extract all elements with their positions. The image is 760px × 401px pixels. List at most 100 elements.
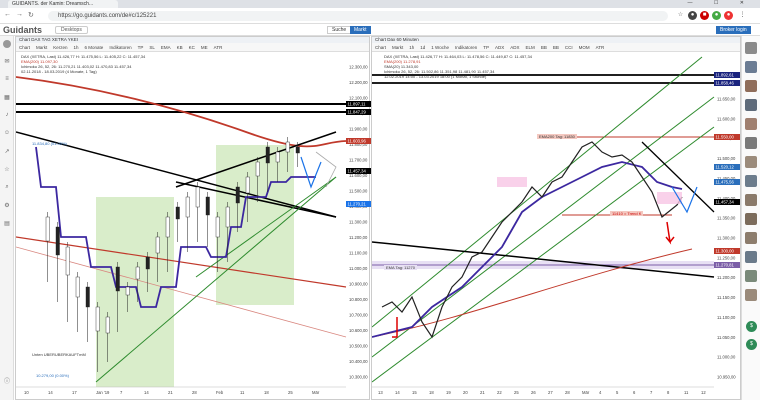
search-sidebar-icon[interactable]: ⌕ <box>3 184 11 192</box>
document-icon[interactable]: ▤ <box>3 220 11 228</box>
candle-body <box>155 236 160 254</box>
left-x-tick: 14 <box>144 390 149 395</box>
left-price-highlight: 11.270,21 <box>348 202 367 207</box>
left-sidebar: ✉ ≡ ▦ ♪ ☺ ↗ ☆ ⌕ ⚙ ▤ ⓘ <box>0 36 14 400</box>
desktops-button[interactable]: Desktops <box>55 26 88 34</box>
watchlist-avatar[interactable] <box>745 61 757 73</box>
left-price-tick: 10.500,00 <box>349 344 368 349</box>
candle-body <box>165 216 170 238</box>
right-price-tick: 11.300,00 <box>717 236 736 241</box>
left-price-tick: 11.100,00 <box>349 251 368 256</box>
watchlist-avatar[interactable] <box>745 156 757 168</box>
watchlist-avatar[interactable] <box>745 194 757 206</box>
right-annot-ema-tag: EMA Tag: 11270 <box>384 265 417 270</box>
watchlist-avatar[interactable] <box>745 137 757 149</box>
left-price-tick: 11.500,00 <box>349 189 368 194</box>
back-icon[interactable]: ← <box>4 11 11 18</box>
list-icon[interactable]: ≡ <box>3 76 11 84</box>
browser-tab[interactable]: GUIDANTS. der Kamin: Dreamsch... <box>8 0 118 8</box>
right-x-tick: Mär <box>582 390 590 395</box>
left-note-trend: Unten UBERUBERKAUFTmM <box>32 352 86 357</box>
candle-body <box>145 256 150 270</box>
star-sidebar-icon[interactable]: ☆ <box>3 166 11 174</box>
candle-body <box>275 151 280 163</box>
right-x-tick: 19 <box>446 390 451 395</box>
right-x-tick: 25 <box>514 390 519 395</box>
left-price-tick: 11.900,00 <box>349 127 368 132</box>
bell-icon[interactable]: ♪ <box>3 112 11 120</box>
left-x-tick: 11 <box>240 390 245 395</box>
watchlist-avatar[interactable] <box>745 118 757 130</box>
right-price-tick: 11.600,00 <box>717 116 736 121</box>
candle-body <box>95 306 100 332</box>
left-x-tick: 18 <box>264 390 269 395</box>
profile-icon[interactable]: ● <box>724 11 733 20</box>
watchlist-avatar[interactable] <box>745 270 757 282</box>
chart-icon[interactable]: ↗ <box>3 148 11 156</box>
trade-button-icon[interactable]: $ <box>746 321 757 332</box>
watchlist-avatar[interactable] <box>745 289 757 301</box>
left-x-tick: Mär <box>312 390 320 395</box>
left-price-tick: 12.200,00 <box>349 80 368 85</box>
right-price-highlight: 11.270,81 <box>716 263 735 268</box>
left-price-tick: 10.400,00 <box>349 359 368 364</box>
grey-projection <box>315 151 337 188</box>
user-icon[interactable]: ☺ <box>3 130 11 138</box>
watchlist-avatar[interactable] <box>745 213 757 225</box>
forward-icon[interactable]: → <box>16 11 23 18</box>
broker-login-button[interactable]: Broker login <box>716 26 751 34</box>
candle-body <box>85 286 90 308</box>
grid-icon[interactable]: ▦ <box>3 94 11 102</box>
watchlist-avatar[interactable] <box>745 99 757 111</box>
right-chart-canvas[interactable]: 11.650,00 11.600,00 11.550,00 11.500,00 11.4… <box>372 37 742 401</box>
search-button[interactable]: Suche <box>327 26 352 34</box>
candle-body <box>175 206 180 220</box>
candle-body <box>265 146 270 164</box>
extension-icon[interactable]: ● <box>688 11 697 20</box>
right-x-tick: 15 <box>412 390 417 395</box>
right-price-tick: 11.650,00 <box>717 97 736 102</box>
info-icon[interactable]: ⓘ <box>3 376 11 385</box>
avatar[interactable] <box>3 40 11 48</box>
right-price-tick: 11.500,00 <box>717 156 736 161</box>
left-price-tick: 10.600,00 <box>349 328 368 333</box>
left-x-tick: Jan '19 <box>96 390 110 395</box>
right-x-tick: 13 <box>378 390 383 395</box>
watchlist-avatar[interactable] <box>745 251 757 263</box>
candle-body <box>55 226 60 256</box>
url-input[interactable]: https://go.guidants.com/de#c/125221 <box>48 11 668 21</box>
right-x-tick: 26 <box>531 390 536 395</box>
menu-icon[interactable]: ⋮ <box>738 11 747 20</box>
watchlist-avatar[interactable] <box>745 175 757 187</box>
right-price-tick: 11.150,00 <box>717 295 736 300</box>
left-x-tick: 28 <box>192 390 197 395</box>
reload-icon[interactable]: ↻ <box>28 11 34 19</box>
left-x-tick: 21 <box>168 390 173 395</box>
candle-body <box>295 146 300 154</box>
window-controls[interactable]: — ☐ ✕ <box>688 0 754 8</box>
right-x-tick: 21 <box>480 390 485 395</box>
adblock-icon[interactable]: ■ <box>700 11 709 20</box>
left-chart-panel: Chart DAX TAG XETRA YKEI Chart Markt Kerze… <box>15 36 371 401</box>
extension-green-icon[interactable]: ● <box>712 11 721 20</box>
market-button[interactable]: Markt <box>350 26 371 34</box>
watchlist-avatar[interactable] <box>745 42 757 54</box>
price-line <box>381 141 683 339</box>
watchlist-avatar[interactable] <box>745 232 757 244</box>
right-x-tick: 18 <box>429 390 434 395</box>
browser-extensions: ☆ ● ■ ● ● ⋮ <box>676 11 756 21</box>
chat-icon[interactable]: ✉ <box>3 58 11 66</box>
watchlist-avatar[interactable] <box>745 80 757 92</box>
trade-button-icon[interactable]: $ <box>746 339 757 350</box>
app-header: Guidants Desktops Suche Markt Broker log… <box>0 24 760 36</box>
red-trend-line <box>16 246 347 338</box>
left-price-tick: 10.300,00 <box>349 375 368 380</box>
address-bar-row: ← → ↻ https://go.guidants.com/de#c/12522… <box>0 8 760 24</box>
right-x-tick: 22 <box>497 390 502 395</box>
left-chart-canvas[interactable]: 12.300,0012.200,0012.100,0012.000,0011.9… <box>16 37 371 401</box>
candle-body <box>65 246 70 276</box>
candle-body <box>195 186 200 208</box>
settings-icon[interactable]: ⚙ <box>3 202 11 210</box>
left-price-tick: 11.200,00 <box>349 235 368 240</box>
star-icon[interactable]: ☆ <box>676 11 685 20</box>
